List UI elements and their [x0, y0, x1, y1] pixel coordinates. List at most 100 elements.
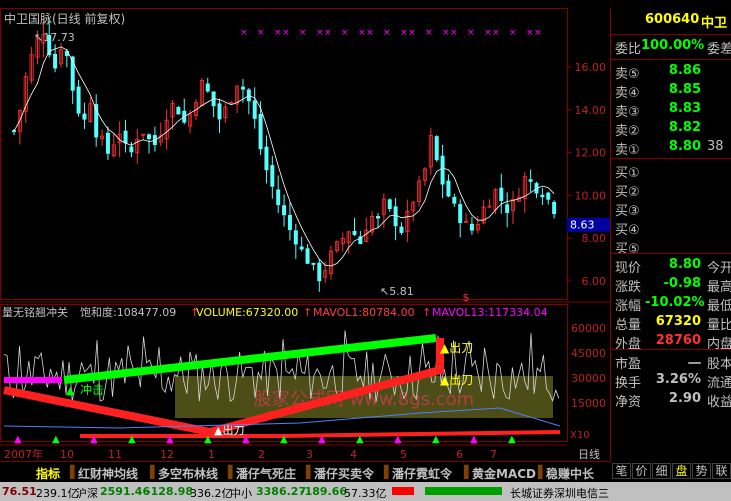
- tab-6[interactable]: 黄金MACD: [472, 465, 536, 481]
- tab-2[interactable]: 多空布林线: [158, 465, 218, 481]
- candle-body: [129, 146, 134, 153]
- candle-body: [293, 230, 298, 245]
- stat-2: 涨幅 -10.02% 最低: [611, 295, 731, 314]
- small-signal-marker: ▲: [318, 434, 326, 445]
- buy-level-5: 买⑤: [611, 238, 731, 257]
- small-signal-marker: ▲: [470, 434, 478, 445]
- tab-4[interactable]: 潘仔买卖令: [314, 465, 374, 481]
- fund-1: 换手 3.26% 流通: [611, 372, 731, 391]
- signal-marker: ×: [450, 28, 458, 38]
- candle-body: [528, 179, 533, 182]
- price-tick-label: 12.00: [575, 147, 607, 160]
- stat-1: 涨跌 -0.98 最高: [611, 276, 731, 295]
- candle-body: [105, 132, 110, 154]
- signal-marker: ×: [299, 28, 307, 38]
- candle-body: [176, 107, 181, 115]
- index2-value: 2591.46: [100, 485, 151, 498]
- candle-body: [505, 204, 510, 213]
- tab-3[interactable]: 潘仔气死庄: [236, 465, 296, 481]
- right-tab-bar: 笔价细盘势联: [610, 461, 731, 481]
- date-label: 5: [400, 448, 407, 461]
- indicator-title: 量无铭翘冲关: [2, 305, 68, 319]
- date-label: 2007年: [4, 447, 43, 461]
- signal-marker: ×: [526, 28, 534, 38]
- candle-body: [270, 165, 275, 187]
- right-tab-1[interactable]: 价: [632, 463, 651, 479]
- signal-marker: ×: [240, 28, 248, 38]
- index3-value: 3386.27: [256, 485, 307, 498]
- chudao-label-1: ▲出刀: [440, 341, 473, 355]
- small-signal-marker: ▲: [280, 434, 288, 445]
- date-label: 6: [456, 448, 463, 461]
- tab-1[interactable]: 红财神均线: [78, 465, 138, 481]
- sell-level-3: 卖③ 8.83: [611, 101, 731, 120]
- chart-title: 中卫国脉(日线 前复权): [4, 12, 126, 26]
- small-signal-marker: ▲: [204, 434, 212, 445]
- tab-0[interactable]: 指标: [36, 465, 60, 481]
- small-signal-marker: ▲: [166, 434, 174, 445]
- index1-amount: 239.1亿: [36, 487, 79, 500]
- signal-marker: ×: [408, 28, 416, 38]
- candle-body: [82, 113, 87, 120]
- date-label: 12: [160, 448, 174, 461]
- candle-body: [552, 201, 557, 215]
- fund-0-value: 一: [687, 357, 701, 372]
- signal-marker: ×: [534, 28, 542, 38]
- candle-body: [393, 206, 398, 227]
- right-tab-2[interactable]: 细: [652, 463, 671, 479]
- signal-marker: ×: [425, 28, 433, 38]
- signal-marker: ×: [400, 28, 408, 38]
- date-label: 1: [208, 448, 215, 461]
- stock-name: 中卫: [701, 16, 728, 31]
- candle-body: [446, 180, 451, 197]
- volume-tick-label: 45000: [571, 347, 606, 360]
- mavol1-value: MAVOL1:80784.00: [313, 306, 415, 319]
- sell-level-5-value: 8.86: [668, 63, 701, 78]
- sell-level-2-value: 8.82: [668, 120, 701, 135]
- volume-tick-label: 15000: [571, 397, 606, 410]
- candle-body: [282, 205, 287, 216]
- webi-value: 100.00%: [641, 38, 705, 53]
- fund-0: 市盈 一 股本: [611, 353, 731, 372]
- market-breadth-bar: [392, 487, 502, 495]
- candle-body: [299, 246, 304, 250]
- right-tab-0[interactable]: 笔: [612, 463, 631, 479]
- candle-body: [458, 204, 463, 223]
- kline-chart[interactable]: 16.00 14.00 12.00 10.00 8.00 6.00 8.63 ↖17.73 ↖5…: [0, 8, 610, 461]
- index1-value: 76.51: [2, 485, 37, 498]
- tab-7[interactable]: 稳赚中长: [546, 465, 594, 481]
- volume-unit: X10: [570, 430, 590, 441]
- price-tick-label: 16.00: [575, 61, 607, 74]
- signal-marker: ×: [509, 28, 517, 38]
- stat-1-extra: 最高: [707, 280, 731, 295]
- signal-marker: ×: [467, 28, 475, 38]
- fund-1-extra: 流通: [707, 376, 731, 391]
- candle-body: [258, 114, 263, 150]
- volume-value: VOLUME:67320.00: [196, 306, 298, 319]
- date-label: 4: [350, 448, 357, 461]
- right-tab-5[interactable]: 联: [712, 463, 731, 479]
- tab-5[interactable]: 潘仔霓虹令: [392, 465, 452, 481]
- price-tick-label: 6.00: [582, 275, 607, 288]
- index2-change: -128.98: [146, 485, 194, 498]
- volume-tick-label: 30000: [571, 372, 606, 385]
- webi-label: 委比: [615, 42, 642, 57]
- small-signal-marker: ▲: [394, 434, 402, 445]
- index2-label: 沪深: [76, 487, 98, 500]
- date-label: 7: [490, 448, 497, 461]
- index2-amount: 336.2亿: [190, 487, 233, 500]
- price-pane-frame: [0, 8, 568, 300]
- small-signal-marker: ▲: [90, 434, 98, 445]
- sell-level-1-value: 8.80: [668, 139, 701, 154]
- small-signal-marker: ▲: [52, 434, 60, 445]
- sell-level-3-value: 8.83: [668, 101, 701, 116]
- fund-0-extra: 股本: [707, 357, 731, 372]
- right-tab-4[interactable]: 势: [692, 463, 711, 479]
- signal-marker: ×: [383, 28, 391, 38]
- current-price-label: 8.63: [570, 219, 595, 232]
- candle-body: [387, 199, 392, 210]
- right-tab-3[interactable]: 盘: [672, 463, 691, 479]
- signal-marker: ×: [442, 28, 450, 38]
- small-signal-marker: ▲: [128, 434, 136, 445]
- chudao-label-2: ▲出刀: [440, 373, 473, 387]
